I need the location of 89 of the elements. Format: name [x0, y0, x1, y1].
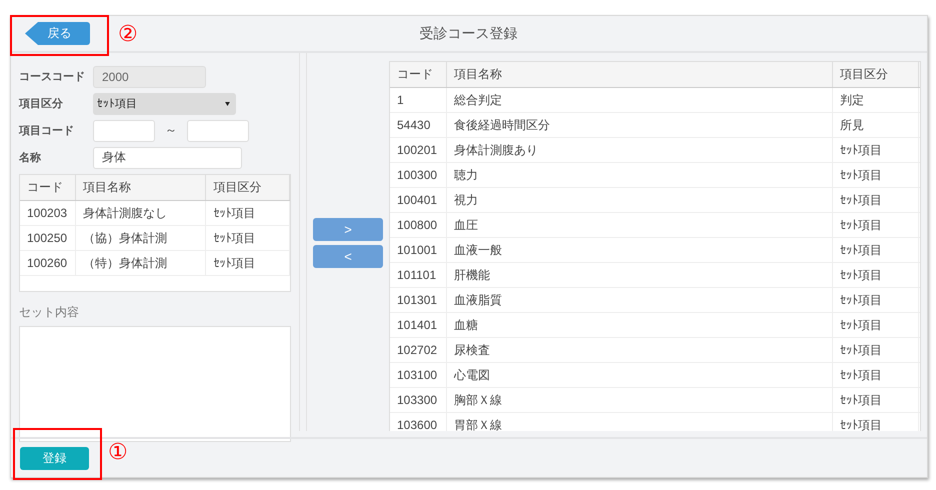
table-row[interactable]: 100401 視力 ｾｯﾄ項目 — [390, 188, 920, 213]
table-row[interactable]: 103100 心電図 ｾｯﾄ項目 — [390, 363, 920, 388]
column-header: コード — [390, 62, 447, 87]
table-row[interactable]: 101301 血液脂質 ｾｯﾄ項目 — [390, 288, 920, 313]
table-cell: 102702 — [390, 338, 447, 362]
field-label: 項目コード — [19, 124, 75, 138]
table-cell: ｾｯﾄ項目 — [833, 363, 919, 387]
table-cell: ｾｯﾄ項目 — [833, 338, 919, 362]
table-cell: （協）身体計測 — [76, 226, 206, 250]
table-row[interactable]: 101401 血糖 ｾｯﾄ項目 — [390, 313, 920, 338]
table-cell: 血糖 — [447, 313, 833, 337]
table-cell: 聴力 — [447, 163, 833, 187]
field-label: コースコード — [19, 70, 86, 84]
table-cell: ｾｯﾄ項目 — [833, 163, 919, 187]
table-cell: ｾｯﾄ項目 — [833, 138, 919, 162]
table-cell: ｾｯﾄ項目 — [833, 188, 919, 212]
column-header: 項目区分 — [206, 175, 290, 200]
table-cell: ｾｯﾄ項目 — [833, 263, 919, 287]
window-title: 受診コース登録 — [420, 24, 518, 42]
table-cell: 103100 — [390, 363, 447, 387]
table-cell: 100250 — [20, 226, 76, 250]
table-cell: ｾｯﾄ項目 — [206, 201, 290, 225]
table-cell: 100201 — [390, 138, 447, 162]
table-row[interactable]: 100300 聴力 ｾｯﾄ項目 — [390, 163, 920, 188]
annotation-number: ② — [118, 23, 138, 45]
table-cell: 103600 — [390, 413, 447, 431]
table-cell: 血圧 — [447, 213, 833, 237]
range-separator: ～ — [164, 122, 178, 139]
table-cell: 視力 — [447, 188, 833, 212]
table-cell: ｾｯﾄ項目 — [833, 213, 919, 237]
column-header: 項目区分 — [833, 62, 919, 87]
table-row[interactable]: 100800 血圧 ｾｯﾄ項目 — [390, 213, 920, 238]
table-cell: 100203 — [20, 201, 76, 225]
table-row[interactable]: 102702 尿検査 ｾｯﾄ項目 — [390, 338, 920, 363]
input-field[interactable]: 身体 — [93, 146, 242, 168]
table-cell: 心電図 — [447, 363, 833, 387]
table-cell: 100300 — [390, 163, 447, 187]
table-cell: 血液一般 — [447, 238, 833, 262]
table-cell: 尿検査 — [447, 338, 833, 362]
table-cell: 54430 — [390, 113, 447, 137]
field-label: 名称 — [19, 150, 42, 165]
column-header: 項目名称 — [76, 175, 206, 200]
table-row[interactable]: 1 総合判定 判定 — [390, 88, 920, 113]
table-cell: 1 — [390, 88, 447, 112]
input-field[interactable] — [93, 120, 155, 142]
caret-icon — [225, 102, 230, 106]
table-cell: ｾｯﾄ項目 — [833, 238, 919, 262]
table-row[interactable]: 103300 胸部Ｘ線 ｾｯﾄ項目 — [390, 388, 920, 413]
dropdown[interactable]: ｾｯﾄ項目 — [93, 92, 236, 114]
annotation-number: ① — [108, 441, 128, 463]
table-row[interactable]: 101101 肝機能 ｾｯﾄ項目 — [390, 263, 920, 288]
table-cell: 胃部Ｘ線 — [447, 413, 833, 431]
table-cell: 総合判定 — [447, 88, 833, 112]
column-header: コード — [20, 175, 76, 200]
table-cell: 血液脂質 — [447, 288, 833, 312]
table-cell: 101401 — [390, 313, 447, 337]
table-cell: ｾｯﾄ項目 — [206, 251, 290, 275]
table-cell: ｾｯﾄ項目 — [833, 388, 919, 412]
table-row[interactable]: 100203 身体計測腹なし ｾｯﾄ項目 — [20, 201, 290, 226]
table-cell: （特）身体計測 — [76, 251, 206, 275]
table-cell: ｾｯﾄ項目 — [206, 226, 290, 250]
table-cell: ｾｯﾄ項目 — [833, 413, 919, 431]
table-cell: 身体計測腹なし — [76, 201, 206, 225]
table-cell: 101101 — [390, 263, 447, 287]
table-row[interactable]: 100250 （協）身体計測 ｾｯﾄ項目 — [20, 226, 290, 251]
table-cell: 100800 — [390, 213, 447, 237]
table-row[interactable]: 54430 食後経過時間区分 所見 — [390, 113, 920, 138]
set-contents-box[interactable] — [19, 326, 291, 442]
table-cell: 判定 — [833, 88, 919, 112]
table-cell: 100401 — [390, 188, 447, 212]
table-cell: 食後経過時間区分 — [447, 113, 833, 137]
table-cell: 肝機能 — [447, 263, 833, 287]
table-cell: ｾｯﾄ項目 — [833, 288, 919, 312]
table-cell: 胸部Ｘ線 — [447, 388, 833, 412]
table-cell: 101301 — [390, 288, 447, 312]
table-cell: 101001 — [390, 238, 447, 262]
table-row[interactable]: 100260 （特）身体計測 ｾｯﾄ項目 — [20, 251, 290, 276]
table-cell: 103300 — [390, 388, 447, 412]
input-field[interactable] — [187, 120, 249, 142]
table-cell: 身体計測腹あり — [447, 138, 833, 162]
section-label: セット内容 — [19, 304, 80, 321]
table-row[interactable]: 103600 胃部Ｘ線 ｾｯﾄ項目 — [390, 413, 920, 431]
column-header: 項目名称 — [447, 62, 833, 87]
table-cell: 所見 — [833, 113, 919, 137]
table-row[interactable]: 101001 血液一般 ｾｯﾄ項目 — [390, 238, 920, 263]
table-cell: ｾｯﾄ項目 — [833, 313, 919, 337]
table-row[interactable]: 100201 身体計測腹あり ｾｯﾄ項目 — [390, 138, 920, 163]
field-label: 項目区分 — [19, 96, 64, 111]
table-cell: 100260 — [20, 251, 76, 275]
